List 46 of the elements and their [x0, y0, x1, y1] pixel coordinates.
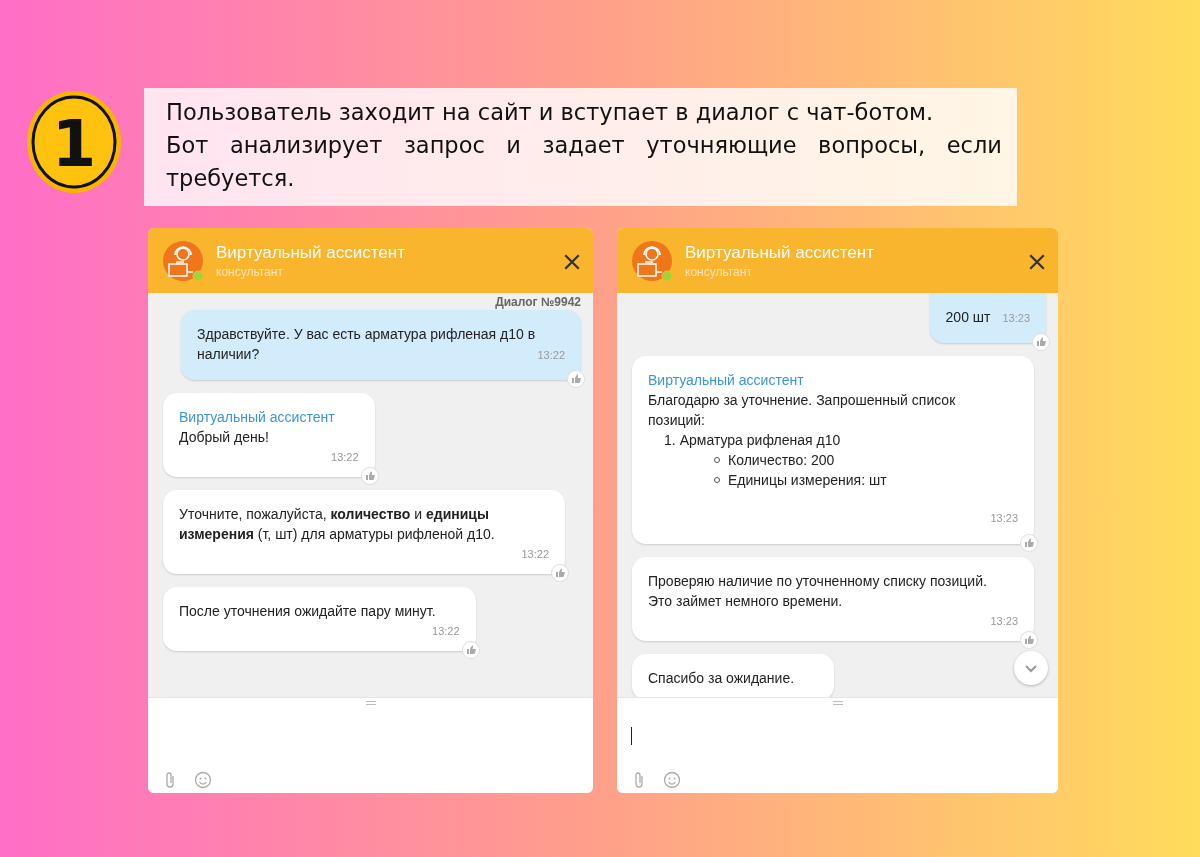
message-text: Добрый день! [179, 428, 270, 447]
like-button[interactable] [360, 467, 379, 485]
message-time: 13:22 [330, 450, 359, 465]
message-time: 13:22 [431, 624, 460, 639]
smiley-icon[interactable] [663, 771, 681, 789]
resize-handle-icon [832, 701, 843, 705]
caption-text: Пользователь заходит на сайт и вступает в диалог с чат-ботом. Бот анализирует запрос и задает уточняющие вопросы, если требуется. [144, 88, 1017, 206]
message-time: 13:23 [989, 614, 1018, 629]
close-icon [1028, 252, 1046, 271]
message-time: 13:22 [537, 348, 565, 363]
message-input-field[interactable] [148, 697, 593, 793]
list-number: 1. [664, 431, 676, 450]
resize-handle-icon [365, 701, 376, 705]
message-text: После уточнения ожидайте пару минут. [179, 602, 436, 621]
message-time: 13:23 [989, 511, 1018, 526]
close-icon [563, 252, 581, 271]
list-item-text: Единицы измерения: шт [728, 471, 887, 490]
message-input-field[interactable] [617, 697, 1058, 793]
message-time: 13:22 [520, 547, 549, 562]
like-button[interactable] [567, 370, 585, 388]
message-text: Проверяю наличие по уточненному списку позиций. Это займет немного времени. [648, 572, 988, 611]
message-text: Здравствуйте. У вас есть арматура рифленая д10 в наличии? [197, 326, 536, 362]
scroll-down-button[interactable] [1014, 651, 1048, 685]
like-button[interactable] [1020, 534, 1038, 552]
chat-title: Виртуальный ассистент [216, 242, 406, 263]
list-item-text: Арматура рифленая д10 [679, 431, 841, 450]
chat-subtitle: консультант [685, 264, 753, 279]
chat-subtitle: консультант [216, 264, 284, 279]
message-text: Уточните, пожалуйста, количество и единицы измерения (т, шт) для арматуры рифленой д10. [179, 505, 496, 544]
message-author: Виртуальный ассистент [179, 408, 335, 427]
close-button[interactable] [1028, 252, 1044, 269]
like-button[interactable] [551, 564, 569, 582]
message-time: 13:23 [1002, 311, 1030, 326]
smiley-icon[interactable] [194, 771, 212, 789]
like-button[interactable] [1020, 631, 1038, 649]
message-text: 200 шт [945, 309, 991, 325]
message-text: Благодарю за уточнение. Запрошенный список позиций: [648, 391, 957, 430]
close-button[interactable] [563, 252, 579, 269]
like-button[interactable] [1032, 333, 1050, 351]
list-item-text: Количество: 200 [728, 451, 835, 470]
message-text: Спасибо за ожидание. [648, 669, 795, 688]
message-author: Виртуальный ассистент [648, 371, 805, 390]
dialog-number: Диалог №9942 [495, 295, 581, 309]
chat-title: Виртуальный ассистент [685, 242, 875, 263]
number-badge: 1 [24, 88, 124, 195]
like-button[interactable] [461, 641, 480, 659]
